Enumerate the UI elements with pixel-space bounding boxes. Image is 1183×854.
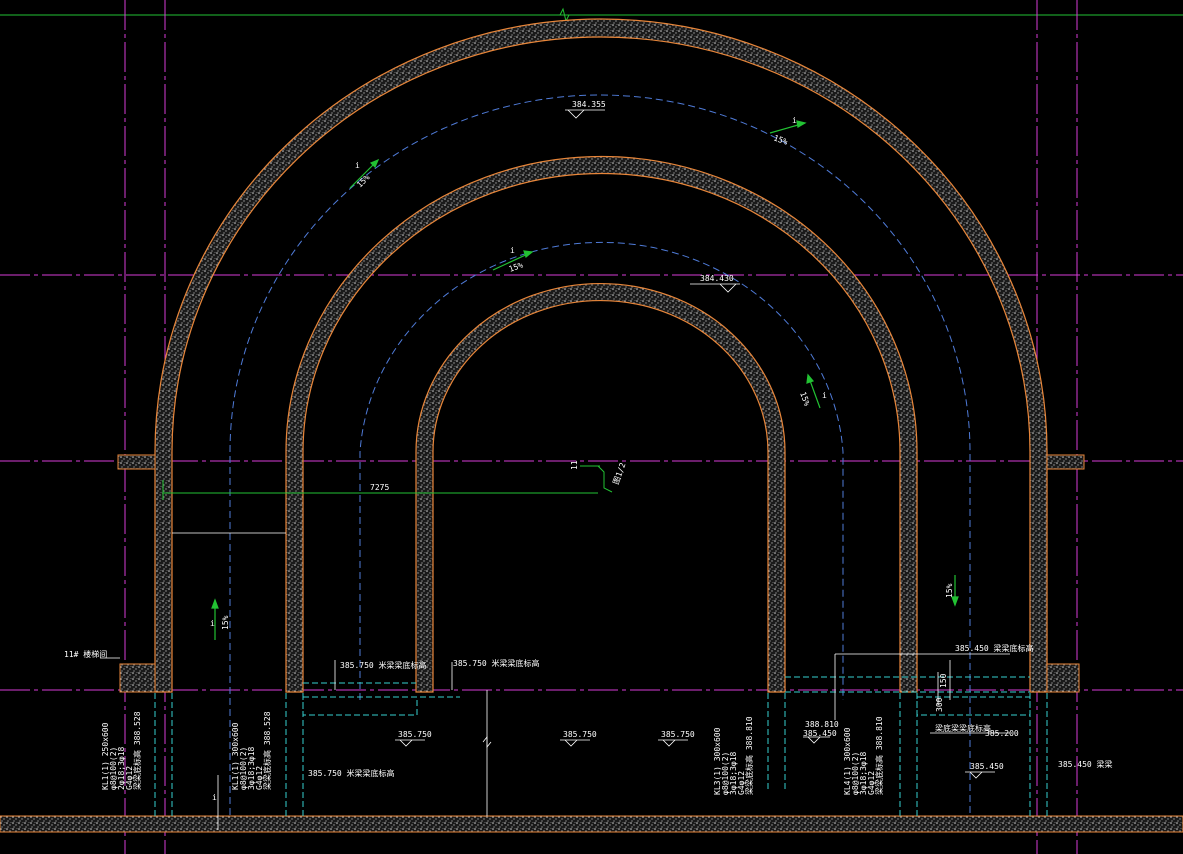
outer-ledge-left-top[interactable] [117, 454, 156, 470]
middle-arch-wall[interactable] [285, 156, 918, 693]
right-label-c: 梁底梁梁底标高 [935, 723, 991, 733]
outer-lane-centerline [229, 94, 971, 815]
bottom-label-mid: 385.750 米梁梁底标高 [453, 658, 540, 668]
ground-slab[interactable] [0, 815, 1183, 833]
slope-arrows [211, 120, 959, 640]
detail-ref: 图1/2 [611, 461, 627, 485]
slope-mark-2: i [792, 116, 797, 125]
slope-right-vertical: 15% [945, 583, 954, 598]
inner-arch-wall[interactable] [415, 282, 786, 693]
svg-text:梁梁底标高 388.810: 梁梁底标高 388.810 [744, 716, 754, 795]
axis-grid [0, 0, 1183, 854]
small-dim-300: 300 [935, 697, 944, 712]
elev-slab-mid2: 385.750 [661, 730, 695, 739]
slope-mark-6: i [212, 793, 217, 802]
slope-middle-right: 15% [798, 391, 811, 408]
outer-ledge-right-top[interactable] [1046, 454, 1085, 470]
beam-note-2: KL1(1) 300x600 φ8@100(2) 3φ18;3φ18 G4φ12… [231, 711, 272, 790]
slope-mark-4: i [822, 391, 827, 400]
right-label-bot: 385.450 梁梁 [1058, 760, 1113, 769]
cad-drawing-canvas[interactable]: 384.355 384.430 385.750 385.750 385.750 … [0, 0, 1183, 854]
shaft-label: 11# 楼梯间 [64, 649, 107, 659]
elev-middle-ring: 384.430 [700, 274, 734, 283]
small-dim-150: 150 [939, 673, 948, 688]
outer-ledge-left-bottom[interactable] [119, 663, 156, 693]
span-dimension-value: 7275 [370, 483, 389, 492]
elev-slab-left: 385.750 [398, 730, 432, 739]
elev-slab-mid1: 385.750 [563, 730, 597, 739]
slope-mark-1: i [355, 161, 360, 170]
elev-right-b: 385.450 [803, 729, 837, 738]
beam-note-3: KL3(1) 300x600 φ8@100(2) 3φ18;3φ18 G4φ12… [713, 716, 754, 795]
slope-outer-right: 15% [772, 133, 789, 146]
beam-lines [154, 676, 1048, 816]
elev-right-a: 388.810 [805, 720, 839, 729]
right-label-top: 385.450 梁梁底标高 [955, 643, 1034, 653]
bottom-label-left: 385.750 米梁梁底标高 [340, 660, 427, 670]
svg-text:梁梁底标高 388.810: 梁梁底标高 388.810 [874, 716, 884, 795]
svg-text:梁梁底标高 388.528: 梁梁底标高 388.528 [262, 711, 272, 790]
beam-note-4: KL4(1) 300x600 φ8@100(2) 3φ18;3φ18 G4φ12… [843, 716, 884, 795]
bottom-label-lower: 385.750 米梁梁底标高 [308, 768, 395, 778]
slope-left-vertical: 15% [221, 615, 230, 630]
beam-note-1: KL1(1) 250x600 φ8@100(2) 2φ18;3φ18 G4φ12… [101, 711, 142, 790]
elev-outer-ring: 384.355 [572, 100, 606, 109]
elevation-markers [395, 109, 1010, 779]
slope-outer-left: 15% [355, 173, 372, 190]
slope-mark-3: i [510, 246, 515, 255]
elev-right-d: 385.450 [970, 762, 1004, 771]
small-mark: 11 [570, 460, 579, 470]
outer-ledge-right-bottom[interactable] [1046, 663, 1080, 693]
svg-text:梁梁底标高 388.528: 梁梁底标高 388.528 [132, 711, 142, 790]
slope-mark-5: i [210, 619, 215, 628]
